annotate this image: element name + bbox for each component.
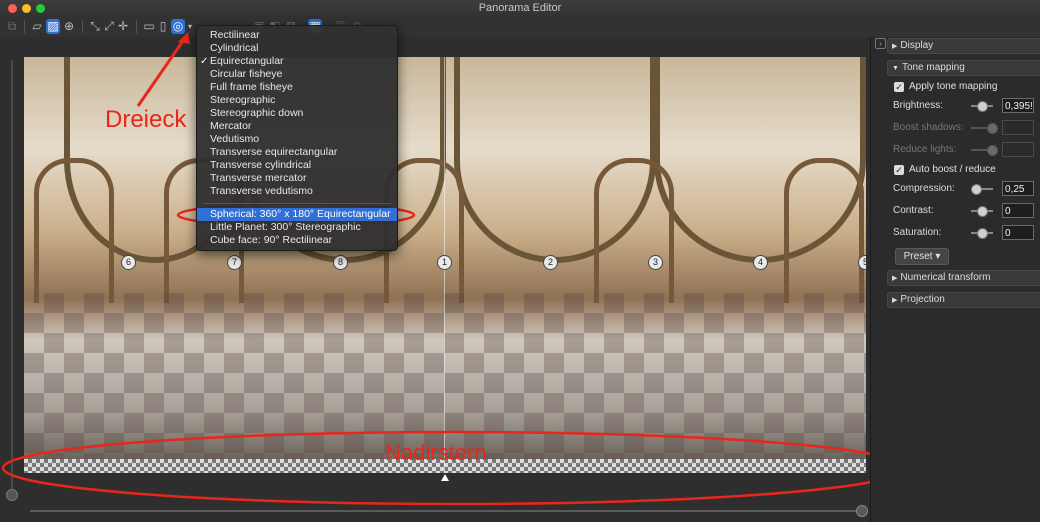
menu-item-preset-cube-face[interactable]: Cube face: 90° Rectilinear — [197, 234, 397, 247]
reduce-lights-input[interactable] — [1002, 142, 1034, 157]
menu-item-vedutismo[interactable]: Vedutismo — [197, 133, 397, 146]
menu-item-transverse-cylindrical[interactable]: Transverse cylindrical — [197, 159, 397, 172]
contrast-slider-knob[interactable] — [977, 206, 988, 217]
menu-item-transverse-equirectangular[interactable]: Transverse equirectangular — [197, 146, 397, 159]
section-projection[interactable]: ▶ Projection — [887, 292, 1040, 308]
menu-item-cylindrical[interactable]: Cylindrical — [197, 42, 397, 55]
menu-item-full-frame-fisheye[interactable]: Full frame fisheye — [197, 81, 397, 94]
annotation-nadirstern-label: Nadirstern — [385, 440, 487, 465]
disclosure-down-icon: ▼ — [892, 65, 899, 72]
section-tone-mapping[interactable]: ▼ Tone mapping — [887, 60, 1040, 76]
collapse-panel-icon[interactable]: › — [875, 38, 886, 49]
menu-item-transverse-vedutismo[interactable]: Transverse vedutismo — [197, 185, 397, 198]
disclosure-right-icon: ▶ — [892, 297, 898, 304]
boost-shadows-slider-knob[interactable] — [987, 123, 998, 134]
compression-label: Compression: — [893, 183, 955, 194]
menu-item-preset-little-planet[interactable]: Little Planet: 300° Stereographic — [197, 221, 397, 234]
apply-tone-mapping-label: Apply tone mapping — [909, 81, 998, 92]
menu-separator — [203, 203, 391, 204]
section-display[interactable]: ▶ Display — [887, 38, 1040, 54]
reduce-lights-slider-knob[interactable] — [987, 145, 998, 156]
inspector-panel: › ▶ Display ▼ Tone mapping ✓ Apply tone ma… — [870, 37, 1040, 522]
reduce-lights-label: Reduce lights: — [893, 144, 957, 155]
compression-input[interactable]: 0,25 — [1002, 181, 1034, 196]
saturation-input[interactable]: 0 — [1002, 225, 1034, 240]
contrast-input[interactable]: 0 — [1002, 203, 1034, 218]
menu-item-mercator[interactable]: Mercator — [197, 120, 397, 133]
annotation-dreieck-label: Dreieck — [105, 106, 187, 133]
disclosure-right-icon: ▶ — [892, 43, 898, 50]
annotation-arrow-line — [136, 37, 187, 107]
menu-item-equirectangular[interactable]: ✓ Equirectangular — [197, 55, 397, 68]
compression-slider-knob[interactable] — [971, 184, 982, 195]
saturation-slider-knob[interactable] — [977, 228, 988, 239]
menu-item-preset-spherical[interactable]: Spherical: 360° x 180° Equirectangular — [197, 208, 397, 221]
brightness-input[interactable]: 0,395! — [1002, 98, 1034, 113]
menu-item-circular-fisheye[interactable]: Circular fisheye — [197, 68, 397, 81]
checkmark-icon: ✓ — [200, 56, 209, 67]
preset-button[interactable]: Preset ▾ — [895, 248, 949, 265]
menu-item-rectilinear[interactable]: Rectilinear — [197, 29, 397, 42]
menu-item-transverse-mercator[interactable]: Transverse mercator — [197, 172, 397, 185]
contrast-label: Contrast: — [893, 205, 934, 216]
boost-shadows-label: Boost shadows: — [893, 122, 964, 133]
menu-item-stereographic[interactable]: Stereographic — [197, 94, 397, 107]
disclosure-right-icon: ▶ — [892, 275, 898, 282]
brightness-label: Brightness: — [893, 100, 944, 111]
apply-tone-mapping-checkbox[interactable]: ✓ — [894, 82, 904, 92]
brightness-slider-knob[interactable] — [977, 101, 988, 112]
auto-boost-checkbox[interactable]: ✓ — [894, 165, 904, 175]
annotation-arrow-head — [178, 32, 190, 44]
projection-menu: Rectilinear Cylindrical ✓ Equirectangular… — [196, 25, 398, 251]
auto-boost-label: Auto boost / reduce — [909, 164, 996, 175]
menu-item-stereographic-down[interactable]: Stereographic down — [197, 107, 397, 120]
saturation-label: Saturation: — [893, 227, 942, 238]
boost-shadows-input[interactable] — [1002, 120, 1034, 135]
section-numerical-transform[interactable]: ▶ Numerical transform — [887, 270, 1040, 286]
